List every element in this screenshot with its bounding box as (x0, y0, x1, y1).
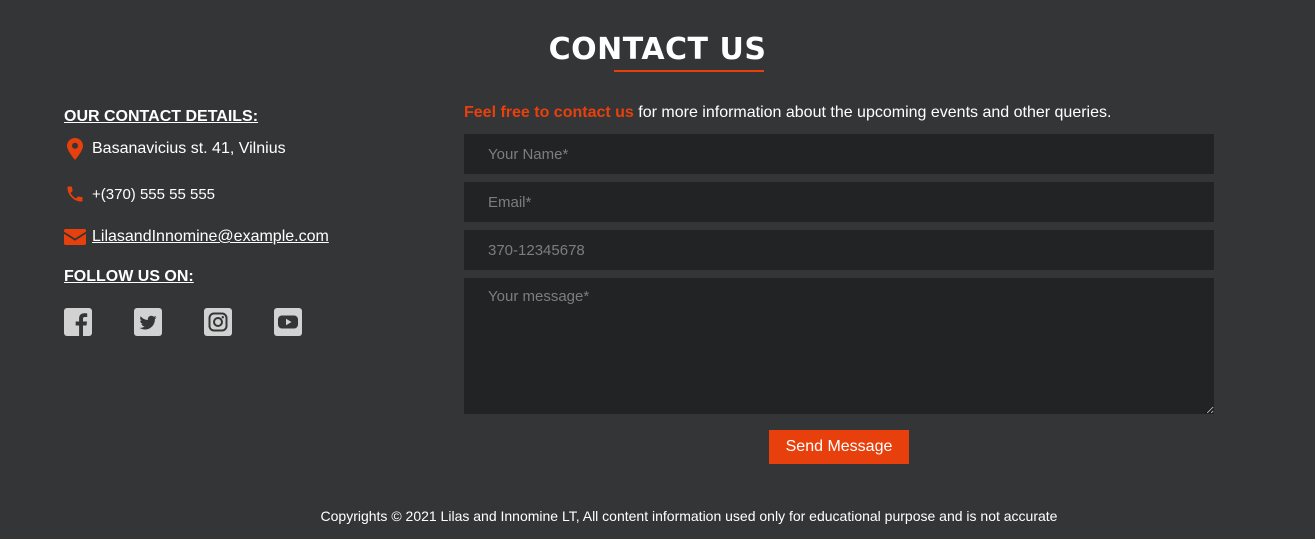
address-text: Basanavicius st. 41, Vilnius (92, 140, 286, 157)
send-message-button[interactable]: Send Message (769, 430, 909, 464)
phone-row: +(370) 555 55 555 (64, 182, 215, 206)
map-marker-icon (64, 138, 86, 160)
page-title: CONTACT US (548, 32, 767, 67)
phone-text: +(370) 555 55 555 (92, 185, 216, 203)
twitter-icon[interactable] (133, 307, 163, 337)
message-input[interactable] (464, 278, 1214, 414)
youtube-icon[interactable] (273, 307, 303, 337)
email-input[interactable] (464, 182, 1214, 222)
instagram-icon[interactable] (203, 307, 233, 337)
address-row: Basanavicius st. 41, Vilnius (64, 137, 286, 161)
follow-us-heading: FOLLOW US ON: (64, 268, 194, 285)
form-intro: Feel free to contact us for more informa… (464, 103, 1111, 123)
envelope-icon (64, 226, 86, 248)
email-link[interactable]: LilasandInnomine@example.com (92, 228, 329, 246)
copyright-text: Copyrights © 2021 Lilas and Innomine LT,… (320, 508, 1058, 524)
title-underline (614, 70, 764, 72)
name-input[interactable] (464, 134, 1214, 174)
phone-icon (64, 183, 86, 205)
phone-input[interactable] (464, 230, 1214, 270)
email-row: LilasandInnomine@example.com (64, 225, 329, 249)
form-intro-text: for more information about the upcoming … (633, 104, 1112, 121)
contact-details-heading: OUR CONTACT DETAILS: (64, 108, 259, 125)
form-intro-accent: Feel free to contact us (464, 104, 634, 121)
facebook-icon[interactable] (63, 307, 93, 337)
